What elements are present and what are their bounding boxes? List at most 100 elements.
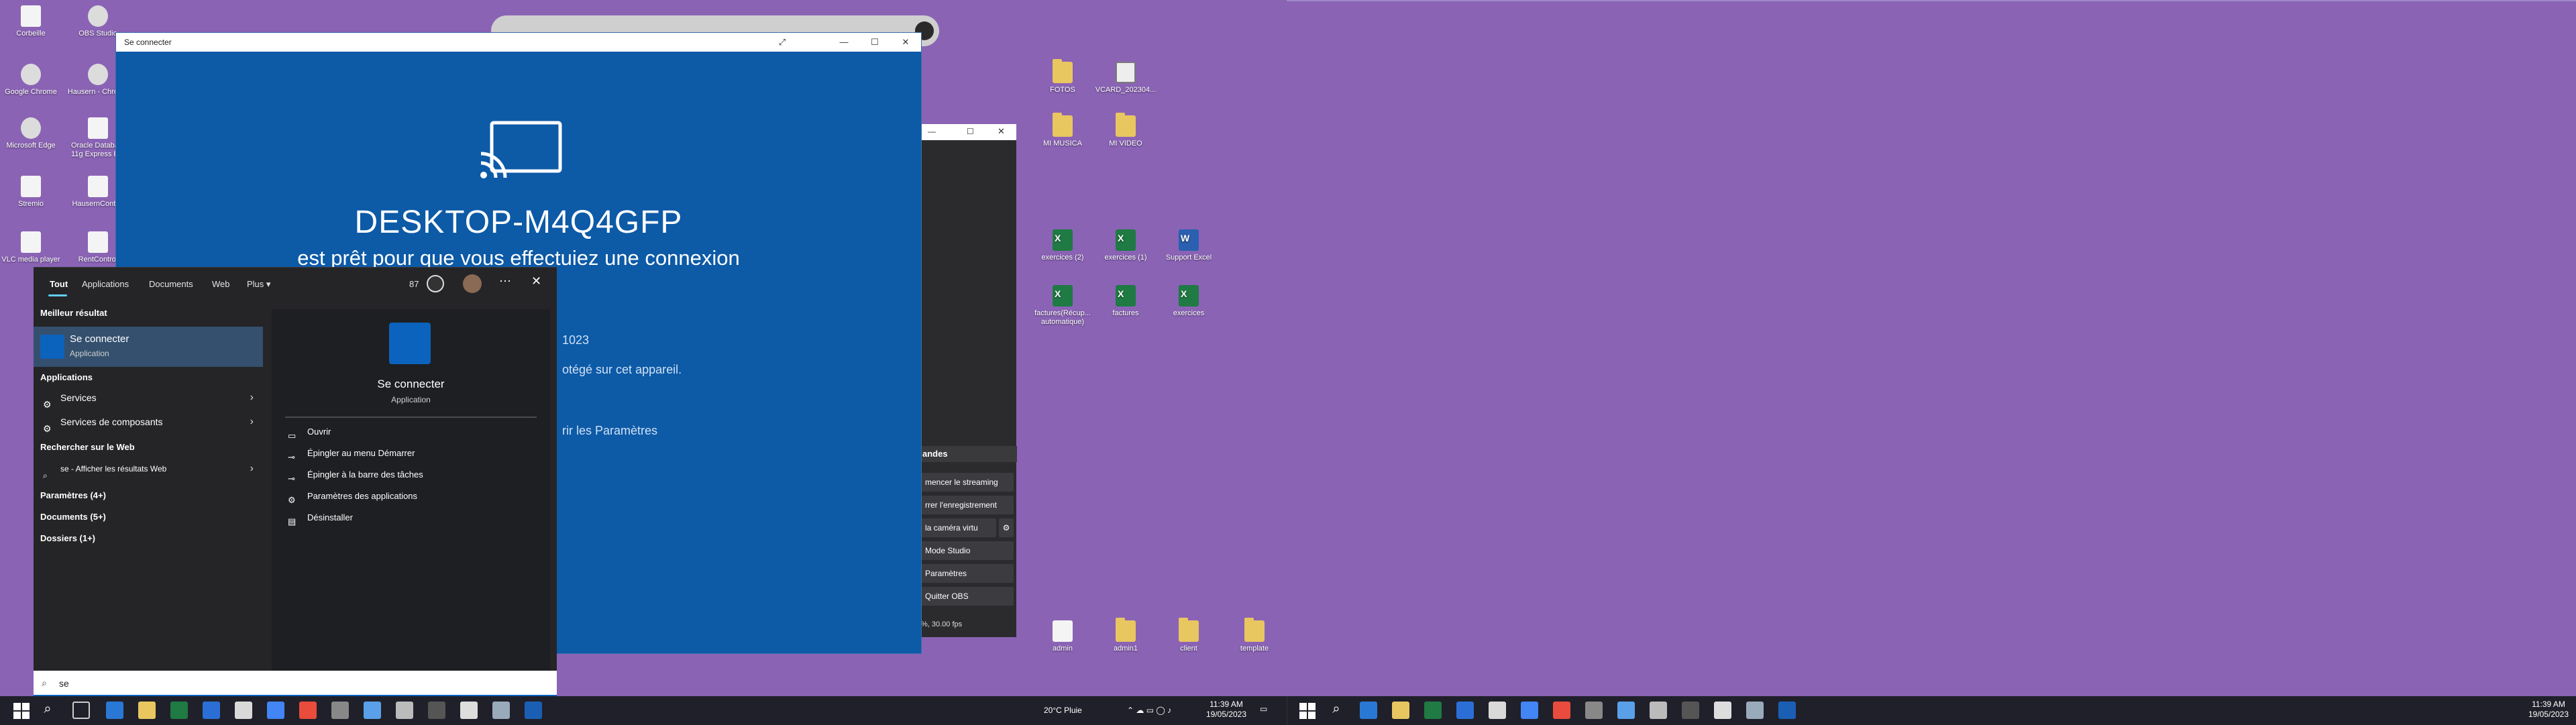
- taskbar-app-icon[interactable]: [1650, 702, 1667, 719]
- desktop-icon[interactable]: template: [1224, 618, 1285, 653]
- taskbar-app-icon[interactable]: [267, 702, 284, 719]
- desktop-icon[interactable]: factures: [1095, 285, 1157, 318]
- action-pin-start[interactable]: ⊸ Épingler au menu Démarrer: [285, 445, 415, 462]
- taskbar-app-icon[interactable]: [525, 702, 542, 719]
- taskbar-app-icon[interactable]: [396, 702, 413, 719]
- taskbar-app-icon[interactable]: [203, 702, 220, 719]
- best-match-item[interactable]: Se connecter Application: [34, 327, 263, 367]
- taskbar-app-icon[interactable]: [460, 702, 478, 719]
- obs-window[interactable]: — ☐ ✕ andes mencer le streaming rrer l'e…: [919, 124, 1017, 637]
- weather-widget[interactable]: 20°C Pluie: [1044, 706, 1082, 716]
- desktop-icon[interactable]: VLC media player: [0, 231, 62, 264]
- maximize-button[interactable]: ☐: [859, 33, 890, 52]
- taskbar-app-icon[interactable]: [1553, 702, 1570, 719]
- close-button[interactable]: ✕: [890, 33, 921, 52]
- start-recording-button[interactable]: rrer l'enregistrement: [921, 496, 1014, 514]
- taskbar-app-icon[interactable]: [1714, 702, 1731, 719]
- taskbar-app-icon[interactable]: [1682, 702, 1699, 719]
- desktop-icon-label: MI VIDEO: [1109, 140, 1142, 148]
- desktop-icon[interactable]: factures(Récup... automatique): [1032, 285, 1093, 327]
- taskbar-app-icon[interactable]: [331, 702, 349, 719]
- desktop-icon[interactable]: Stremio: [0, 176, 62, 209]
- expand-icon[interactable]: ⤢: [767, 33, 798, 52]
- desktop-icon[interactable]: admin1: [1095, 618, 1157, 653]
- open-settings-link[interactable]: rir les Paramètres: [562, 424, 657, 438]
- desktop-icon[interactable]: exercices (2): [1032, 229, 1093, 262]
- clock[interactable]: 11:39 AM 19/05/2023: [1199, 700, 1253, 720]
- start-streaming-button[interactable]: mencer le streaming: [921, 473, 1014, 492]
- studio-mode-button[interactable]: Mode Studio: [921, 541, 1014, 560]
- desktop-icon[interactable]: MI VIDEO: [1095, 113, 1157, 148]
- desktop-icon[interactable]: client: [1158, 618, 1220, 653]
- windows-start-icon[interactable]: [1299, 703, 1316, 719]
- rewards-icon[interactable]: [427, 275, 444, 292]
- result-services[interactable]: ⚙ Services ›: [40, 386, 262, 410]
- desktop-icon[interactable]: Corbeille: [0, 5, 62, 38]
- taskbar-app-icon[interactable]: [1489, 702, 1506, 719]
- desktop-icon-label: Corbeille: [16, 30, 46, 38]
- folders-category[interactable]: Dossiers (1+): [40, 533, 95, 543]
- desktop-icon[interactable]: Microsoft Edge: [0, 117, 62, 150]
- action-uninstall[interactable]: ▤ Désinstaller: [285, 509, 353, 526]
- rewards-points[interactable]: 87: [409, 279, 419, 289]
- taskbar-app-icon[interactable]: [1521, 702, 1538, 719]
- taskbar-app-icon[interactable]: [1585, 702, 1603, 719]
- file-icon: [1116, 618, 1136, 642]
- tab-web[interactable]: Web: [212, 279, 230, 289]
- taskbar-app-icon[interactable]: [1746, 702, 1764, 719]
- taskbar-app-icon[interactable]: [428, 702, 445, 719]
- notifications-icon[interactable]: ▭: [1260, 704, 1267, 714]
- web-search-result[interactable]: ⌕ se - Afficher les résultats Web ›: [40, 457, 262, 480]
- file-icon: [1179, 618, 1199, 642]
- search-icon[interactable]: ⌕: [1328, 702, 1345, 719]
- gear-icon[interactable]: ⚙: [999, 518, 1014, 537]
- desktop-icon[interactable]: MI MUSICA: [1032, 113, 1093, 148]
- taskbar-app-icon[interactable]: [170, 702, 188, 719]
- minimize-button[interactable]: —: [828, 33, 859, 52]
- windows-start-icon[interactable]: [13, 703, 30, 719]
- taskbar-app-icon[interactable]: [235, 702, 252, 719]
- tab-applications[interactable]: Applications: [82, 279, 129, 289]
- taskbar-app-icon[interactable]: [1617, 702, 1635, 719]
- quit-obs-button[interactable]: Quitter OBS: [921, 587, 1014, 606]
- desktop-icon[interactable]: Support Excel: [1158, 229, 1220, 262]
- taskbar-app-icon[interactable]: [1456, 702, 1474, 719]
- action-open[interactable]: ▭ Ouvrir: [285, 423, 331, 441]
- more-options-icon[interactable]: ⋯: [499, 274, 511, 288]
- taskbar-app-icon[interactable]: [1392, 702, 1409, 719]
- taskbar-app-icon[interactable]: [364, 702, 381, 719]
- desktop-icon[interactable]: exercices (1): [1095, 229, 1157, 262]
- settings-button[interactable]: Paramètres: [921, 564, 1014, 583]
- avatar[interactable]: [463, 274, 482, 293]
- desktop-icon[interactable]: FOTOS: [1032, 59, 1093, 95]
- clock[interactable]: 11:39 AM 19/05/2023: [2522, 700, 2575, 720]
- action-app-settings[interactable]: ⚙ Paramètres des applications: [285, 488, 417, 505]
- tab-all[interactable]: Tout: [50, 279, 68, 289]
- virtual-camera-button[interactable]: la caméra virtu: [921, 518, 996, 537]
- taskbar-app-icon[interactable]: [1360, 702, 1377, 719]
- window-titlebar[interactable]: Se connecter ⤢ — ☐ ✕: [116, 33, 921, 52]
- taskbar-app-icon[interactable]: [1778, 702, 1796, 719]
- taskbar-app-icon[interactable]: [299, 702, 317, 719]
- obs-titlebar[interactable]: — ☐ ✕: [920, 124, 1016, 140]
- result-component-services[interactable]: ⚙ Services de composants ›: [40, 410, 262, 434]
- tab-documents[interactable]: Documents: [149, 279, 193, 289]
- trash-icon: ▤: [288, 516, 297, 526]
- documents-category[interactable]: Documents (5+): [40, 512, 106, 522]
- taskbar-app-icon[interactable]: [138, 702, 156, 719]
- taskbar-app-icon[interactable]: [106, 702, 123, 719]
- close-icon[interactable]: ✕: [531, 274, 541, 288]
- desktop-icon[interactable]: Google Chrome: [0, 64, 62, 97]
- action-pin-taskbar[interactable]: ⊸ Épingler à la barre des tâches: [285, 466, 423, 484]
- desktop-icon[interactable]: VCARD_202304...: [1095, 62, 1157, 95]
- search-input[interactable]: ⌕ se: [34, 671, 557, 696]
- tab-more[interactable]: Plus ▾: [247, 279, 270, 290]
- tray-icons[interactable]: ⌃ ☁ ▭ ◯ ♪: [1127, 706, 1208, 716]
- search-icon[interactable]: ⌕: [39, 702, 56, 719]
- taskbar-app-icon[interactable]: [492, 702, 510, 719]
- settings-category[interactable]: Paramètres (4+): [40, 490, 106, 500]
- taskbar-app-icon[interactable]: [1424, 702, 1442, 719]
- desktop-icon[interactable]: admin: [1032, 620, 1093, 653]
- desktop-icon[interactable]: exercices: [1158, 285, 1220, 318]
- task-view-icon[interactable]: [72, 702, 90, 719]
